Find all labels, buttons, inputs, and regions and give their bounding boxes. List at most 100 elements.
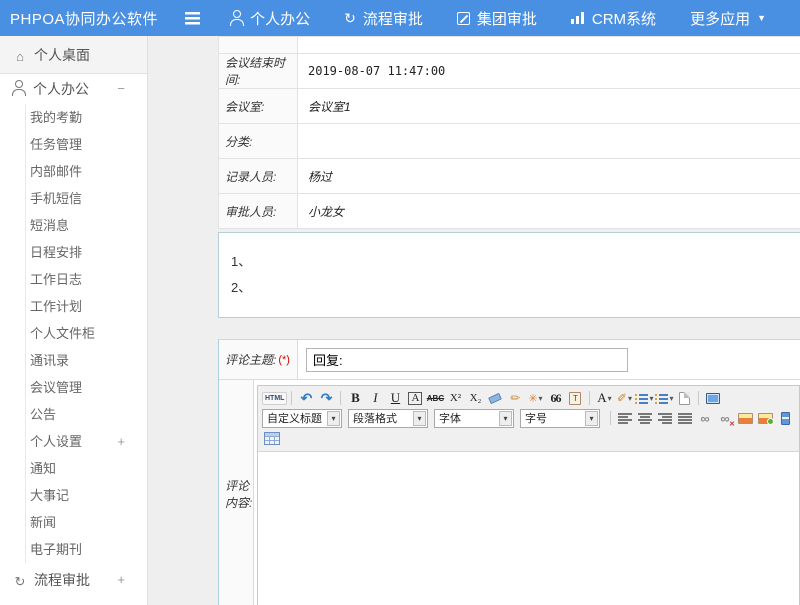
chevron-down-icon: ▾ bbox=[628, 394, 632, 403]
unordered-list-icon bbox=[655, 393, 668, 404]
ordered-list-button[interactable]: ▾ bbox=[634, 389, 654, 407]
align-right-icon bbox=[658, 413, 672, 424]
undo-button[interactable]: ↶ bbox=[296, 389, 316, 407]
hamburger-menu-icon[interactable] bbox=[185, 12, 201, 25]
superscript-button[interactable]: X² bbox=[445, 389, 465, 407]
font-name-button[interactable]: A bbox=[405, 389, 425, 407]
editor-content-area[interactable] bbox=[258, 452, 799, 605]
italic-button[interactable]: I bbox=[365, 389, 385, 407]
cycle-icon: ↻ bbox=[12, 565, 28, 599]
insert-media-button[interactable] bbox=[775, 409, 795, 427]
sidebar-item-workflow-approval[interactable]: ↻流程审批 + bbox=[0, 563, 147, 597]
monitor-icon bbox=[706, 393, 720, 404]
rich-text-editor: HTML ↶ ↷ B I U A ABC X² X₂ bbox=[257, 385, 800, 605]
align-center-icon bbox=[638, 413, 652, 424]
sidebar-item-personal-settings[interactable]: 个人设置 + bbox=[26, 428, 147, 455]
chevron-down-icon: ▾ bbox=[327, 411, 340, 426]
align-left-icon bbox=[618, 413, 632, 424]
insert-link-button[interactable]: ∞ bbox=[695, 409, 715, 427]
expand-toggle[interactable]: + bbox=[117, 428, 125, 455]
format-brush-button[interactable]: ✳▾ bbox=[525, 389, 545, 407]
paragraph-format-select[interactable]: 段落格式▾ bbox=[348, 409, 428, 428]
redo-button[interactable]: ↷ bbox=[316, 389, 336, 407]
sidebar-item-personal-desktop[interactable]: ⌂个人桌面 bbox=[0, 36, 147, 74]
chevron-down-icon: ▾ bbox=[539, 394, 543, 403]
font-color-button[interactable]: A▾ bbox=[594, 389, 614, 407]
image-manager-button[interactable] bbox=[755, 409, 775, 427]
bold-button[interactable]: B bbox=[345, 389, 365, 407]
toolbar-row-2: 自定义标题▾ 段落格式▾ 字体▾ 字号▾ ∞ ∞ bbox=[262, 408, 795, 428]
insert-image-button[interactable] bbox=[735, 409, 755, 427]
sidebar-item-task-management[interactable]: 任务管理 bbox=[26, 131, 147, 158]
comment-subject-label: 评论主题: (*) bbox=[219, 340, 298, 379]
insert-table-button[interactable] bbox=[262, 429, 282, 447]
sidebar-item-contacts[interactable]: 通讯录 bbox=[26, 347, 147, 374]
html-source-button[interactable]: HTML bbox=[262, 389, 287, 407]
toolbar-row-3 bbox=[262, 428, 795, 448]
sidebar-item-notice[interactable]: 通知 bbox=[26, 455, 147, 482]
sidebar-item-mobile-sms[interactable]: 手机短信 bbox=[26, 185, 147, 212]
fullscreen-button[interactable] bbox=[703, 389, 723, 407]
table-row-end-time: 会议结束时间: 2019-08-07 11:47:00 bbox=[219, 54, 800, 89]
underline-button[interactable]: U bbox=[385, 389, 405, 407]
nav-personal-office[interactable]: 个人办公 bbox=[230, 8, 310, 29]
expand-toggle[interactable]: + bbox=[117, 563, 125, 597]
chevron-down-icon: ▾ bbox=[499, 411, 512, 426]
comment-subject-input[interactable] bbox=[306, 348, 628, 372]
sidebar-item-meeting-management[interactable]: 会议管理 bbox=[26, 374, 147, 401]
sidebar-item-work-log[interactable]: 工作日志 bbox=[26, 266, 147, 293]
unordered-list-button[interactable]: ▾ bbox=[654, 389, 674, 407]
section-gap bbox=[148, 318, 800, 339]
table-row-approver: 审批人员: 小龙女 bbox=[219, 194, 800, 229]
sidebar-item-short-message[interactable]: 短消息 bbox=[26, 212, 147, 239]
align-right-button[interactable] bbox=[655, 409, 675, 427]
main-content: 会议结束时间: 2019-08-07 11:47:00 会议室: 会议室1 分类… bbox=[148, 36, 800, 605]
sidebar-item-announcement[interactable]: 公告 bbox=[26, 401, 147, 428]
remove-link-button[interactable]: ∞ bbox=[715, 409, 735, 427]
nav-crm-system[interactable]: CRM系统 bbox=[571, 8, 656, 29]
font-family-select[interactable]: 字体▾ bbox=[434, 409, 514, 428]
nav-more-apps[interactable]: 更多应用 ▼ bbox=[690, 8, 766, 29]
chevron-down-icon: ▾ bbox=[669, 394, 673, 403]
sidebar-item-work-plan[interactable]: 工作计划 bbox=[26, 293, 147, 320]
strikethrough-button[interactable]: ABC bbox=[425, 389, 445, 407]
field-label: 记录人员: bbox=[219, 159, 298, 193]
sidebar-item-e-journal[interactable]: 电子期刊 bbox=[26, 536, 147, 563]
sidebar-item-big-events[interactable]: 大事记 bbox=[26, 482, 147, 509]
align-left-button[interactable] bbox=[615, 409, 635, 427]
highlight-color-button[interactable]: ✐▾ bbox=[614, 389, 634, 407]
blockquote-button[interactable]: 66 bbox=[545, 389, 565, 407]
table-icon bbox=[264, 432, 280, 445]
meeting-content-box: 1、 2、 bbox=[218, 232, 800, 318]
justify-button[interactable] bbox=[675, 409, 695, 427]
home-icon: ⌂ bbox=[12, 38, 28, 76]
sidebar-item-file-cabinet[interactable]: 个人文件柜 bbox=[26, 320, 147, 347]
meeting-detail-table: 会议结束时间: 2019-08-07 11:47:00 会议室: 会议室1 分类… bbox=[218, 36, 800, 229]
paste-button[interactable]: T bbox=[565, 389, 585, 407]
clean-html-button[interactable]: ✏ bbox=[505, 389, 525, 407]
comment-content-label: 评论内容: bbox=[219, 380, 254, 605]
chevron-down-icon: ▾ bbox=[608, 394, 612, 403]
remove-format-button[interactable] bbox=[485, 389, 505, 407]
field-label: 审批人员: bbox=[219, 194, 298, 228]
editor-toolbar: HTML ↶ ↷ B I U A ABC X² X₂ bbox=[258, 386, 799, 452]
clipboard-icon: T bbox=[569, 392, 581, 405]
font-size-select[interactable]: 字号▾ bbox=[520, 409, 600, 428]
new-page-button[interactable] bbox=[674, 389, 694, 407]
sidebar-item-schedule[interactable]: 日程安排 bbox=[26, 239, 147, 266]
comment-content-row: 评论内容: HTML ↶ ↷ B I U A bbox=[219, 380, 800, 605]
align-center-button[interactable] bbox=[635, 409, 655, 427]
heading-select[interactable]: 自定义标题▾ bbox=[262, 409, 342, 428]
collapse-toggle[interactable]: − bbox=[117, 74, 125, 104]
blank-page-icon bbox=[679, 392, 690, 405]
media-icon bbox=[781, 412, 790, 425]
image-add-icon bbox=[758, 413, 773, 424]
sidebar-item-personal-office[interactable]: 个人办公 − bbox=[0, 74, 147, 104]
subscript-button[interactable]: X₂ bbox=[465, 389, 485, 407]
nav-group-approval[interactable]: 集团审批 bbox=[457, 8, 537, 29]
sidebar-item-news[interactable]: 新闻 bbox=[26, 509, 147, 536]
sidebar-item-internal-mail[interactable]: 内部邮件 bbox=[26, 158, 147, 185]
sidebar-item-my-attendance[interactable]: 我的考勤 bbox=[26, 104, 147, 131]
nav-workflow-approval[interactable]: ↻ 流程审批 bbox=[344, 8, 423, 29]
field-value: 会议室1 bbox=[298, 89, 800, 123]
